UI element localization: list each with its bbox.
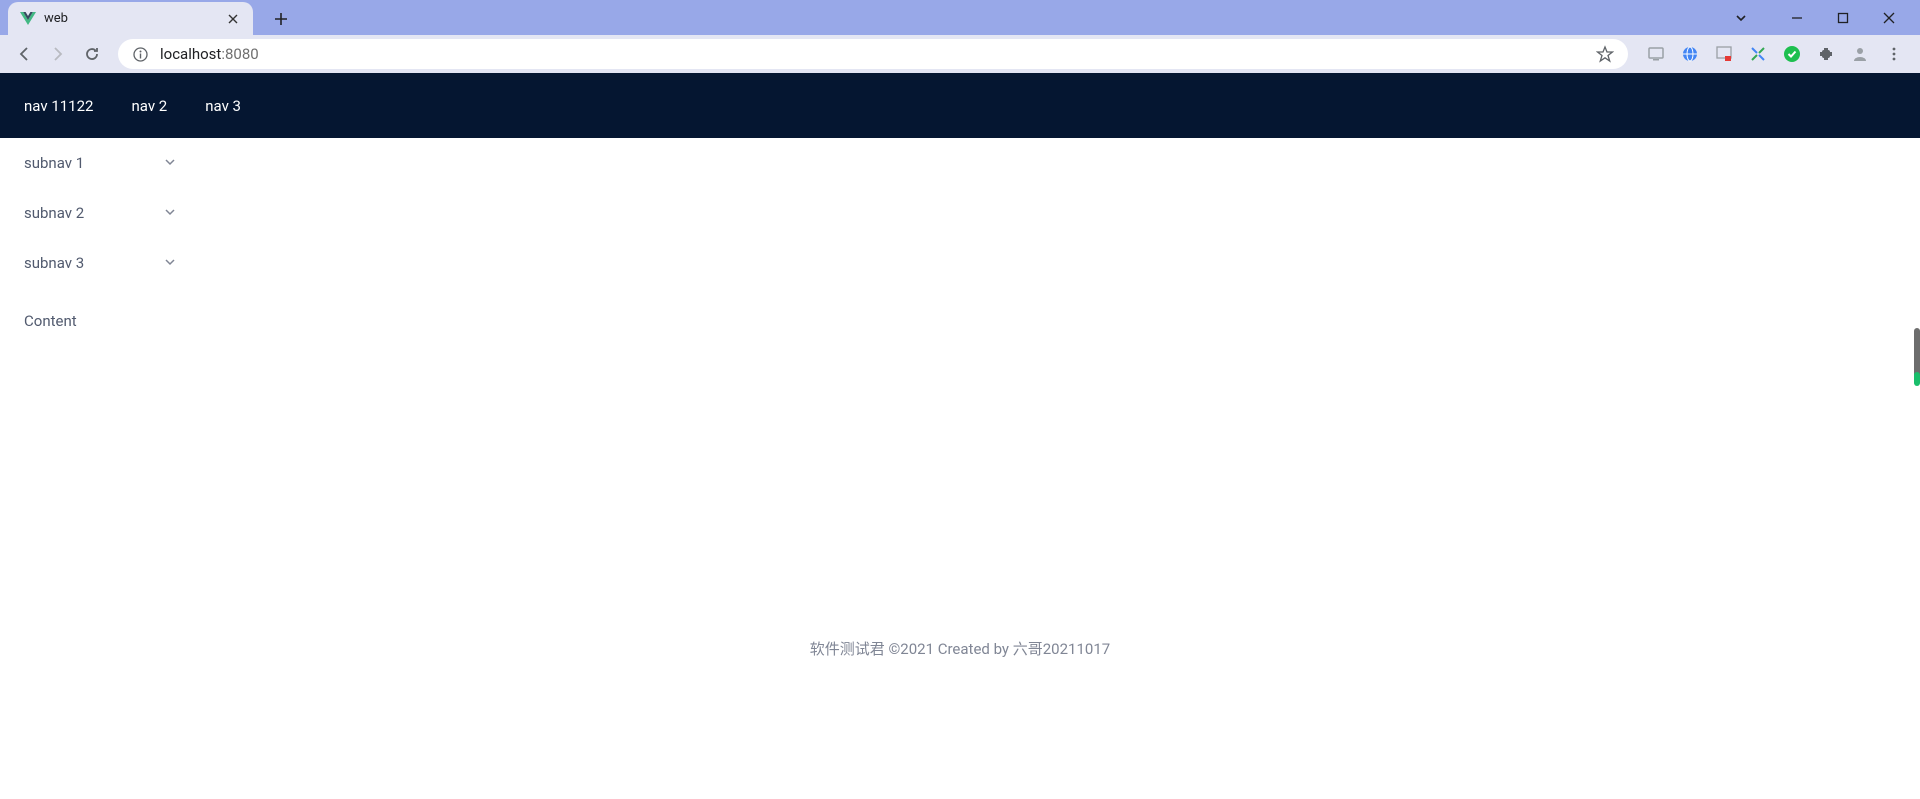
reload-button[interactable] — [78, 40, 106, 68]
content-area: Content — [0, 288, 1920, 354]
address-host: localhost — [160, 45, 221, 63]
minimize-button[interactable] — [1774, 0, 1820, 35]
subnav-item-1[interactable]: subnav 1 — [0, 138, 200, 188]
browser-tab[interactable]: web — [8, 2, 253, 35]
vue-favicon-icon — [20, 11, 36, 27]
tab-title: web — [44, 11, 225, 26]
extension-globe-icon[interactable] — [1680, 44, 1700, 64]
top-nav-item-1[interactable]: nav 11122 — [24, 97, 93, 115]
extension-cast-icon[interactable] — [1646, 44, 1666, 64]
browser-tabs-area: web — [0, 2, 295, 35]
back-button[interactable] — [10, 40, 38, 68]
extension-tools-icon[interactable] — [1748, 44, 1768, 64]
new-tab-button[interactable] — [267, 5, 295, 33]
window-controls — [1718, 0, 1920, 35]
top-nav-item-2[interactable]: nav 2 — [131, 97, 167, 115]
maximize-button[interactable] — [1820, 0, 1866, 35]
tab-search-icon[interactable] — [1718, 0, 1764, 35]
extension-devtools-icon[interactable] — [1714, 44, 1734, 64]
close-window-button[interactable] — [1866, 0, 1912, 35]
top-nav: nav 11122 nav 2 nav 3 — [0, 73, 1920, 138]
layout-body: subnav 1 subnav 2 subnav 3 Content — [0, 138, 1920, 354]
subnav-item-2[interactable]: subnav 2 — [0, 188, 200, 238]
forward-button[interactable] — [44, 40, 72, 68]
footer-text: 软件测试君 ©2021 Created by 六哥20211017 — [810, 640, 1110, 658]
address-bar[interactable]: localhost:8080 — [118, 39, 1628, 69]
page-footer: 软件测试君 ©2021 Created by 六哥20211017 — [0, 638, 1920, 659]
chevron-down-icon — [164, 204, 176, 222]
subnav-item-label: subnav 1 — [24, 154, 84, 172]
chevron-down-icon — [164, 154, 176, 172]
extension-shield-icon[interactable] — [1782, 44, 1802, 64]
address-text: localhost:8080 — [160, 45, 1596, 63]
subnav-item-3[interactable]: subnav 3 — [0, 238, 200, 288]
menu-icon[interactable] — [1884, 44, 1904, 64]
extension-icons — [1640, 44, 1910, 64]
profile-icon[interactable] — [1850, 44, 1870, 64]
chevron-down-icon — [164, 254, 176, 272]
browser-titlebar: web — [0, 0, 1920, 35]
site-info-icon[interactable] — [132, 46, 148, 62]
sidebar: subnav 1 subnav 2 subnav 3 — [0, 138, 200, 288]
subnav-item-label: subnav 2 — [24, 204, 84, 222]
scrollbar-marker — [1914, 372, 1920, 386]
top-nav-item-3[interactable]: nav 3 — [205, 97, 241, 115]
extensions-menu-icon[interactable] — [1816, 44, 1836, 64]
subnav-item-label: subnav 3 — [24, 254, 84, 272]
browser-toolbar: localhost:8080 — [0, 35, 1920, 73]
content-text: Content — [24, 312, 77, 330]
page-viewport: nav 11122 nav 2 nav 3 subnav 1 subnav 2 … — [0, 73, 1920, 799]
close-tab-icon[interactable] — [225, 11, 241, 27]
address-port: :8080 — [221, 45, 258, 63]
bookmark-star-icon[interactable] — [1596, 45, 1614, 63]
